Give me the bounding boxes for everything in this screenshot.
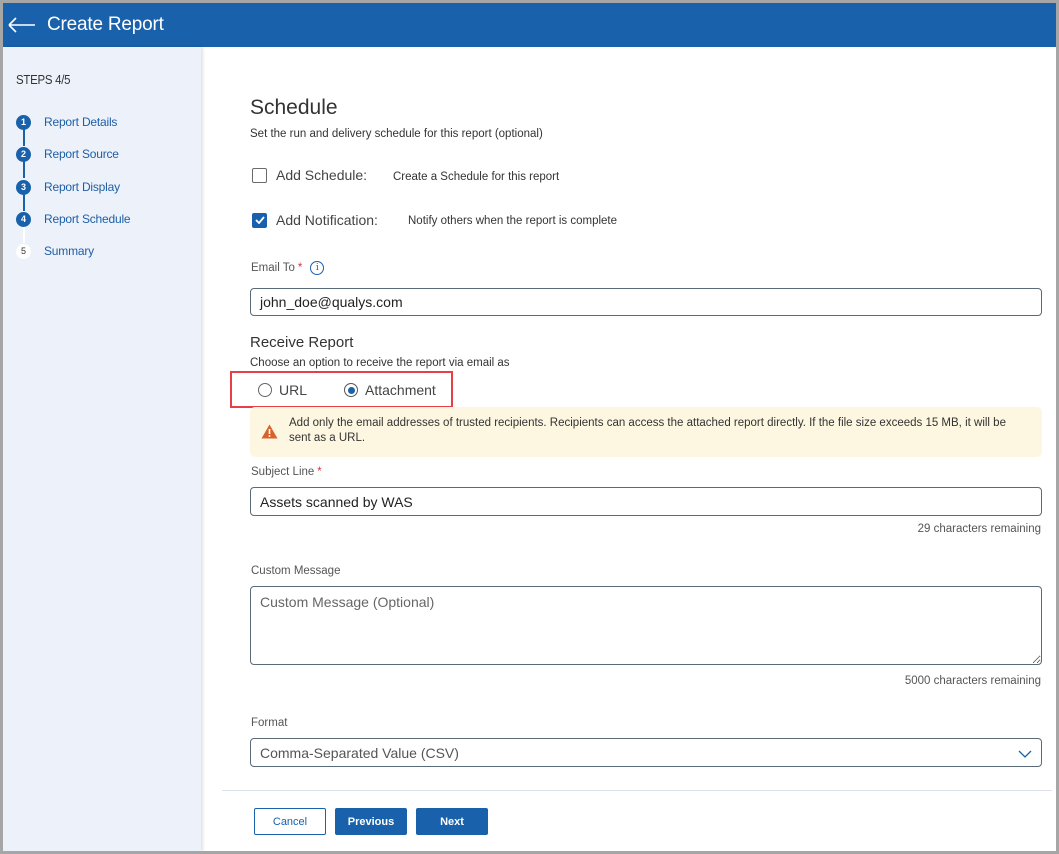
subject-line-value: Assets scanned by WAS [260,493,413,510]
step-report-display[interactable]: 3 Report Display [16,178,120,196]
radio-circle-selected[interactable] [344,383,358,397]
warning-banner: Add only the email addresses of trusted … [250,407,1042,457]
step-number: 5 [16,243,31,259]
subject-line-input[interactable]: Assets scanned by WAS [250,487,1042,516]
step-label: Summary [44,244,94,258]
app-window: Create Report STEPS 4/5 1 Report Details… [3,3,1056,851]
message-char-counter: 5000 characters remaining [904,675,1041,687]
steps-counter: STEPS 4/5 [16,72,71,87]
required-mark: * [297,262,303,275]
email-to-value: john_doe@qualys.com [260,294,403,310]
custom-message-textarea[interactable] [250,586,1042,665]
steps-sidebar: STEPS 4/5 1 Report Details 2 Report Sour… [3,47,201,851]
info-icon[interactable]: i [310,261,325,275]
step-number: 3 [16,179,31,195]
chevron-down-icon [1018,745,1032,761]
warning-triangle-icon [261,424,278,444]
next-button[interactable]: Next [416,808,488,835]
add-notification-label: Add Notification: [276,212,378,228]
receive-report-subtitle: Choose an option to receive the report v… [250,357,510,369]
step-report-schedule[interactable]: 4 Report Schedule [16,210,131,228]
step-report-details[interactable]: 1 Report Details [16,113,117,131]
format-selected-value: Comma-Separated Value (CSV) [260,744,459,761]
checkmark-icon [254,216,265,224]
radio-attachment[interactable]: Attachment [344,382,436,398]
add-notification-checkbox[interactable] [252,212,267,228]
email-to-label: Email To [251,262,295,275]
step-number: 2 [16,146,31,162]
back-arrow-icon[interactable] [8,15,38,35]
step-label: Report Display [44,180,120,194]
step-number: 4 [16,211,31,227]
add-schedule-description: Create a Schedule for this report [393,171,560,183]
step-report-source[interactable]: 2 Report Source [16,145,119,163]
footer-divider [222,790,1052,791]
radio-url[interactable]: URL [258,382,307,398]
format-select[interactable]: Comma-Separated Value (CSV) [250,738,1042,767]
cancel-button[interactable]: Cancel [254,808,326,835]
radio-url-label: URL [279,382,308,398]
step-label: Report Source [44,147,119,161]
email-to-label-row: Email To * i [251,261,325,275]
subject-line-label: Subject Line [251,466,315,478]
receive-report-title: Receive Report [250,334,354,351]
step-summary[interactable]: 5 Summary [16,242,94,260]
radio-circle[interactable] [258,383,272,397]
step-label: Report Details [44,115,118,129]
subject-char-counter: 29 characters remaining [917,523,1041,535]
warning-text: Add only the email addresses of trusted … [289,417,1006,444]
add-schedule-label: Add Schedule: [276,167,368,183]
step-number: 1 [16,114,31,130]
page-title: Create Report [47,14,164,35]
add-schedule-checkbox[interactable] [252,167,267,183]
add-notification-description: Notify others when the report is complet… [408,215,618,227]
format-label: Format [251,717,288,729]
step-label: Report Schedule [44,212,131,226]
add-schedule-row: Add Schedule: [252,167,367,183]
section-subtitle: Set the run and delivery schedule for th… [250,128,543,140]
required-mark: * [317,466,322,478]
custom-message-label: Custom Message [251,565,341,577]
previous-button[interactable]: Previous [335,808,407,835]
add-notification-row: Add Notification: [252,212,378,228]
email-to-input[interactable]: john_doe@qualys.com [250,288,1042,316]
subject-line-label-row: Subject Line * [251,466,322,478]
section-title: Schedule [250,96,338,119]
main-content: Schedule Set the run and delivery schedu… [201,47,1056,851]
header-bar: Create Report [3,3,1056,47]
radio-attachment-label: Attachment [365,382,436,398]
